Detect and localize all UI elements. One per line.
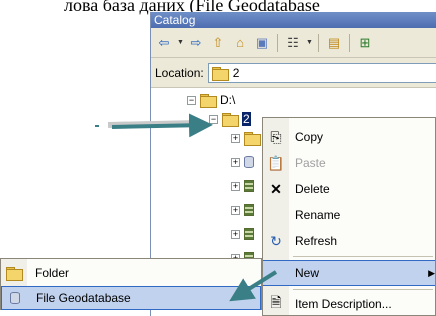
back-dropdown-icon[interactable]: ▼ (177, 39, 184, 46)
menu-separator (293, 256, 433, 257)
menu-separator (293, 289, 433, 290)
menu-item-label: New (295, 266, 320, 280)
view-options-icon[interactable]: ☷ (284, 34, 302, 52)
tree-node-label: 2 (242, 112, 251, 126)
menu-item-label: Refresh (295, 234, 338, 248)
menu-item-delete[interactable]: ✕ Delete (263, 176, 435, 202)
toolbar-separator (318, 33, 319, 52)
menu-item-refresh[interactable]: ↻ Refresh (263, 228, 435, 254)
tree-node-root[interactable]: − D:\ (187, 91, 235, 109)
menu-item-rename[interactable]: Rename (263, 202, 435, 228)
new-submenu: Folder File Geodatabase (0, 258, 262, 310)
delete-icon: ✕ (270, 180, 282, 197)
collapse-icon[interactable]: − (187, 95, 196, 105)
folder-icon (211, 66, 229, 81)
home-icon[interactable]: ⌂ (231, 34, 249, 52)
folder-icon (200, 94, 217, 108)
tree-node-child[interactable]: + (231, 153, 254, 171)
window-title: Catalog (151, 12, 436, 28)
tree-node-selected[interactable]: − 2 (209, 110, 251, 128)
menu-item-paste[interactable]: 📋 Paste (263, 150, 435, 176)
item-description-icon: 🗎 (270, 294, 282, 310)
refresh-icon: ↻ (270, 232, 282, 249)
menu-item-label: Item Description... (295, 297, 392, 311)
geodatabase-icon (244, 156, 254, 168)
new-folder-icon[interactable]: ▤ (325, 34, 343, 52)
menu-item-new[interactable]: New ▶ (263, 260, 435, 286)
tree-node-child[interactable]: + (231, 129, 261, 147)
location-bar: Location: 2 (151, 58, 436, 88)
submenu-item-folder[interactable]: Folder (1, 261, 261, 285)
menu-item-label: Delete (295, 182, 330, 196)
tree-node-child[interactable]: + (231, 177, 254, 195)
tree-icon[interactable]: ⊞ (356, 34, 374, 52)
back-arrow-icon[interactable]: ⇦ (155, 34, 173, 52)
location-value: 2 (232, 65, 240, 80)
menu-item-label: Copy (295, 130, 324, 144)
view-dropdown-icon[interactable]: ▼ (306, 39, 313, 46)
tree-node-label: D:\ (220, 93, 236, 107)
connect-icon[interactable]: ▣ (253, 34, 271, 52)
collapse-icon[interactable]: − (209, 114, 218, 124)
raster-icon (244, 228, 254, 240)
menu-item-label: Paste (295, 156, 326, 170)
catalog-toolbar: ⇦ ▼ ⇨ ⇧ ⌂ ▣ ☷ ▼ ▤ ⊞ (151, 28, 436, 58)
menu-item-copy[interactable]: ⎘ Copy (263, 124, 435, 150)
folder-icon (222, 113, 239, 127)
expand-icon[interactable]: + (231, 181, 240, 191)
location-input[interactable]: 2 (207, 62, 436, 83)
expand-icon[interactable]: + (231, 205, 240, 215)
raster-icon (244, 180, 254, 192)
tree-node-child[interactable]: + (231, 201, 254, 219)
folder-icon (6, 267, 23, 281)
menu-item-label: Rename (295, 208, 341, 222)
expand-icon[interactable]: + (231, 133, 240, 143)
location-label: Location: (155, 65, 204, 80)
expand-icon[interactable]: + (231, 229, 240, 239)
submenu-arrow-icon: ▶ (428, 267, 435, 278)
raster-icon (244, 204, 254, 216)
menu-item-label: Folder (35, 266, 70, 280)
submenu-item-file-geodatabase[interactable]: File Geodatabase (1, 286, 261, 310)
context-menu: ⎘ Copy 📋 Paste ✕ Delete Rename ↻ Refresh… (262, 117, 436, 316)
file-geodatabase-icon (10, 292, 20, 304)
up-folder-icon[interactable]: ⇧ (209, 34, 227, 52)
forward-arrow-icon[interactable]: ⇨ (187, 34, 205, 52)
paste-icon: 📋 (267, 154, 285, 171)
menu-item-label: File Geodatabase (36, 291, 131, 305)
menu-item-item-description[interactable]: 🗎 Item Description... (263, 291, 435, 316)
toolbar-separator (349, 33, 350, 52)
folder-icon (244, 132, 261, 146)
copy-icon: ⎘ (270, 128, 282, 145)
tree-node-child[interactable]: + (231, 225, 254, 243)
expand-icon[interactable]: + (231, 157, 240, 167)
toolbar-separator (277, 33, 278, 52)
